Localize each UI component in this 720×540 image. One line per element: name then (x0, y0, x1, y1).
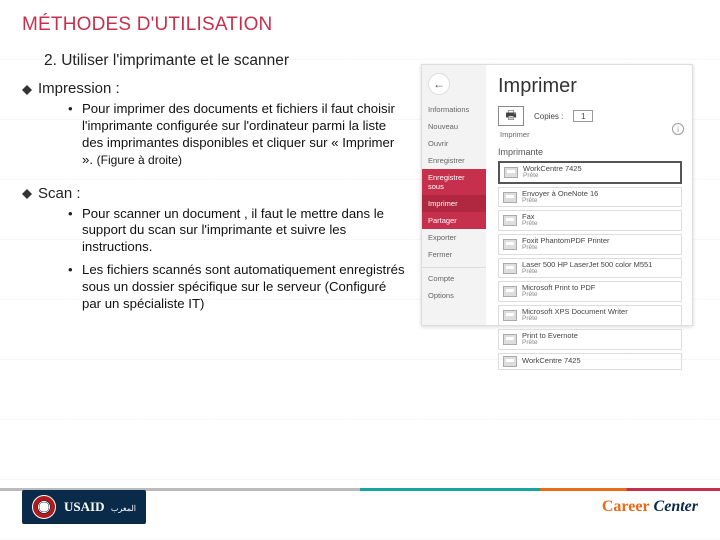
dialog-title: Imprimer (498, 75, 682, 98)
back-arrow-icon: ← (433, 78, 445, 90)
printer-row[interactable]: Print to EvernotePrête (498, 329, 682, 350)
printer-list: WorkCentre 7425PrêteEnvoyer à OneNote 16… (498, 161, 682, 370)
printer-row[interactable]: WorkCentre 7425Prête (498, 161, 682, 184)
printer-icon (503, 263, 517, 274)
print-button[interactable]: 🖶 (498, 106, 524, 126)
printer-row[interactable]: Microsoft XPS Document WriterPrête (498, 305, 682, 326)
side-enregistrer-sous[interactable]: Enregistrer sous (422, 169, 486, 195)
printer-status: Prête (522, 269, 652, 276)
scan-bullet-2: Les fichiers scannés sont automatiquemen… (68, 262, 407, 313)
printer-row[interactable]: WorkCentre 7425 (498, 353, 682, 370)
printer-name: Laser 500 HP LaserJet 500 color M551 (522, 261, 652, 269)
printer-status: Prête (522, 245, 610, 252)
back-button[interactable]: ← (428, 73, 450, 95)
printer-status: Prête (522, 340, 578, 347)
printer-header: Imprimante (498, 147, 682, 157)
printer-status: Prête (522, 198, 598, 205)
printer-row[interactable]: Foxit PhantomPDF PrinterPrête (498, 234, 682, 255)
impression-bullet: Pour imprimer des documents et fichiers … (68, 101, 407, 169)
brand-word-career: Career (602, 498, 650, 515)
bullet-diamond-icon (22, 184, 32, 194)
printer-icon (503, 286, 517, 297)
usaid-arabic: المغرب (111, 504, 136, 513)
printer-status: Prête (523, 173, 582, 180)
side-fermer[interactable]: Fermer (422, 246, 486, 263)
printer-icon (504, 167, 518, 178)
printer-icon (503, 310, 517, 321)
side-compte[interactable]: Compte (422, 267, 486, 287)
bullet-diamond-icon (22, 80, 32, 90)
printer-status: Prête (522, 221, 538, 228)
page-title: MÉTHODES D'UTILISATION (22, 14, 698, 36)
printer-row[interactable]: Laser 500 HP LaserJet 500 color M551Prêt… (498, 258, 682, 279)
dialog-sidebar: ← Informations Nouveau Ouvrir Enregistre… (422, 65, 486, 325)
printer-icon (503, 356, 517, 367)
printer-icon (503, 215, 517, 226)
side-nouveau[interactable]: Nouveau (422, 118, 486, 135)
usaid-seal-icon (32, 495, 56, 519)
side-imprimer[interactable]: Imprimer (422, 195, 486, 212)
brand-word-center: Center (650, 498, 698, 515)
copies-input[interactable]: 1 (573, 110, 593, 122)
scan-label: Scan : (38, 185, 81, 202)
printer-icon (503, 334, 517, 345)
printer-row[interactable]: Envoyer à OneNote 16Prête (498, 187, 682, 208)
printer-row[interactable]: FaxPrête (498, 210, 682, 231)
scan-bullet-1: Pour scanner un document , il faut le me… (68, 206, 407, 257)
printer-name: WorkCentre 7425 (522, 357, 581, 365)
printer-status: Prête (522, 316, 628, 323)
printer-status: Prête (522, 292, 595, 299)
scan-heading: Scan : (22, 185, 407, 202)
print-button-label: Imprimer (500, 130, 682, 139)
usaid-text: USAID (64, 499, 104, 514)
career-center-brand: Career Center (602, 498, 698, 516)
copies-label: Copies : (534, 112, 563, 121)
printer-row[interactable]: Microsoft Print to PDFPrête (498, 281, 682, 302)
dialog-main: Imprimer 🖶 Copies : 1 Imprimer Imprimant… (486, 65, 692, 325)
side-informations[interactable]: Informations (422, 101, 486, 118)
usaid-badge: USAID المغرب (22, 490, 146, 524)
impression-label: Impression : (38, 80, 120, 97)
impression-heading: Impression : (22, 80, 407, 97)
printer-icon (503, 192, 517, 203)
side-options[interactable]: Options (422, 287, 486, 304)
printer-icon (503, 239, 517, 250)
side-partager[interactable]: Partager (422, 212, 486, 229)
print-dialog: ← Informations Nouveau Ouvrir Enregistre… (421, 64, 693, 326)
side-enregistrer[interactable]: Enregistrer (422, 152, 486, 169)
side-ouvrir[interactable]: Ouvrir (422, 135, 486, 152)
figure-caption: (Figure à droite) (97, 153, 182, 167)
info-icon[interactable]: i (672, 123, 684, 135)
side-exporter[interactable]: Exporter (422, 229, 486, 246)
